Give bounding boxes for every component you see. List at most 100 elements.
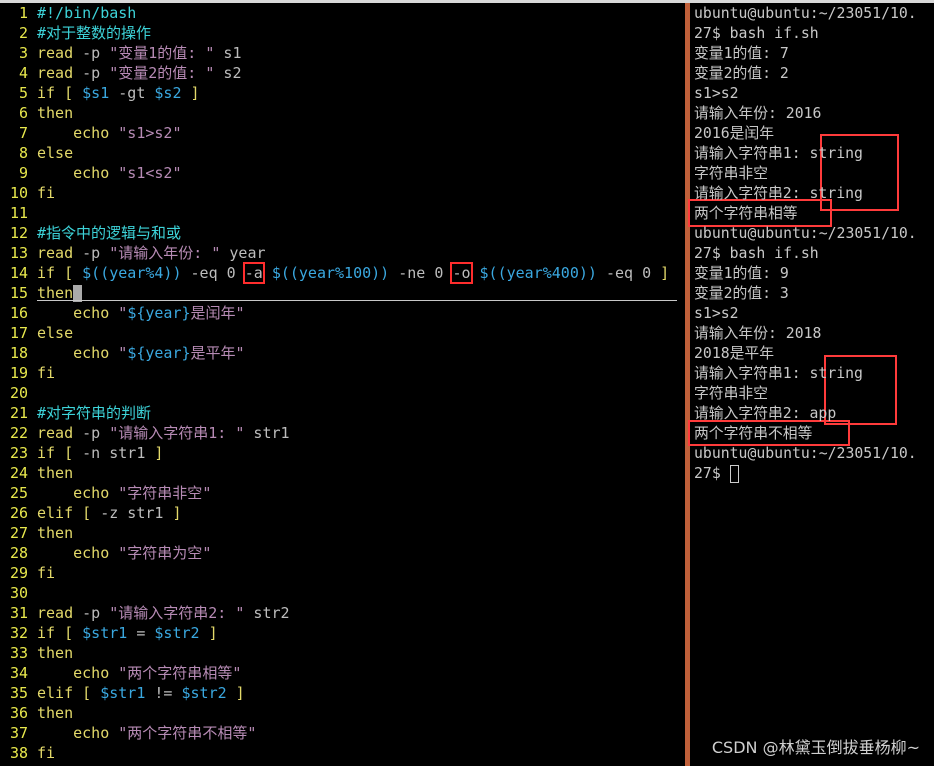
- code-line[interactable]: 24 then: [0, 463, 73, 483]
- code-line[interactable]: 3 read -p "变量1的值: " s1: [0, 43, 242, 63]
- code-line[interactable]: 4 read -p "变量2的值: " s2: [0, 63, 242, 83]
- code-token: echo: [37, 304, 119, 322]
- code-token: read: [37, 424, 74, 442]
- terminal-text: 2016是闰年: [694, 125, 775, 142]
- highlighted-token: -o: [450, 262, 473, 284]
- code-token: $((year%100)): [271, 264, 390, 282]
- code-line[interactable]: 21 #对字符串的判断: [0, 403, 151, 423]
- code-token: $s2: [154, 84, 182, 102]
- code-line[interactable]: 8 else: [0, 143, 73, 163]
- code-token: "字符串非空": [118, 484, 212, 502]
- terminal-pane[interactable]: ubuntu@ubuntu:~/23051/10. 27$ bash if.sh 变…: [688, 3, 934, 766]
- code-line[interactable]: 17 else: [0, 323, 73, 343]
- code-token: -p: [73, 424, 110, 442]
- code-token: [: [55, 624, 83, 642]
- code-token: "变量1的值: ": [109, 44, 215, 62]
- code-token: str2: [244, 604, 290, 622]
- code-token: "s1>s2": [118, 124, 182, 142]
- code-token: -p: [73, 44, 110, 62]
- code-token: "两个字符串相等": [118, 664, 242, 682]
- code-line[interactable]: 26 elif [ -z str1 ]: [0, 503, 182, 523]
- code-line[interactable]: 7 echo "s1>s2": [0, 123, 182, 143]
- line-number: 10: [9, 184, 28, 202]
- code-line[interactable]: 1 #!/bin/bash: [0, 3, 136, 23]
- terminal-text: 字符串非空: [694, 385, 768, 402]
- terminal-line: 请输入字符串1: string: [694, 144, 863, 164]
- code-line[interactable]: 20: [0, 383, 37, 403]
- line-number: 9: [18, 164, 28, 182]
- code-line[interactable]: 18 echo "${year}是平年": [0, 343, 245, 363]
- code-line[interactable]: 34 echo "两个字符串相等": [0, 663, 241, 683]
- terminal-text: 请输入字符串2: app: [694, 405, 837, 422]
- code-line[interactable]: 19 fi: [0, 363, 55, 383]
- code-token: ]: [163, 504, 182, 522]
- line-number: 34: [9, 664, 28, 682]
- code-token: -z str1: [100, 504, 164, 522]
- terminal-text: s1>s2: [694, 85, 739, 102]
- line-number: 21: [9, 404, 28, 422]
- line-number: 31: [9, 604, 28, 622]
- code-line[interactable]: 29 fi: [0, 563, 55, 583]
- code-token: s1: [214, 44, 242, 62]
- code-token: ": [118, 304, 128, 322]
- code-line[interactable]: 12 #指令中的逻辑与和或: [0, 223, 181, 243]
- terminal-text: ubuntu@ubuntu:~/23051/10.: [694, 225, 917, 242]
- line-number: 30: [9, 584, 28, 602]
- code-token: #对字符串的判断: [37, 404, 152, 422]
- code-line[interactable]: 30: [0, 583, 37, 603]
- terminal-text: 2018是平年: [694, 345, 775, 362]
- code-token: then: [37, 464, 74, 482]
- code-token: echo: [37, 544, 119, 562]
- code-line[interactable]: 13 read -p "请输入年份: " year: [0, 243, 266, 263]
- code-token: if: [37, 624, 56, 642]
- code-line[interactable]: 31 read -p "请输入字符串2: " str2: [0, 603, 290, 623]
- code-line[interactable]: 33 then: [0, 643, 73, 663]
- terminal-line: 请输入字符串2: string: [694, 184, 863, 204]
- code-token: $str2: [181, 684, 227, 702]
- code-line[interactable]: 37 echo "两个字符串不相等": [0, 723, 256, 743]
- code-token: "变量2的值: ": [109, 64, 215, 82]
- line-number: 7: [18, 124, 28, 142]
- code-line[interactable]: 10 fi: [0, 183, 55, 203]
- terminal-text: 请输入字符串2: string: [694, 185, 863, 202]
- terminal-line: ubuntu@ubuntu:~/23051/10.: [694, 224, 917, 244]
- code-token: "请输入字符串1: ": [109, 424, 245, 442]
- terminal-line: 27$: [694, 464, 739, 484]
- code-line[interactable]: 32 if [ $str1 = $str2 ]: [0, 623, 218, 643]
- code-line[interactable]: 35 elif [ $str1 != $str2 ]: [0, 683, 245, 703]
- terminal-line: 字符串非空: [694, 164, 768, 184]
- terminal-text: 变量1的值: 9: [694, 265, 789, 282]
- code-line[interactable]: 16 echo "${year}是闰年": [0, 303, 245, 323]
- code-token: s2: [214, 64, 242, 82]
- code-line[interactable]: 22 read -p "请输入字符串1: " str1: [0, 423, 290, 443]
- code-token: "字符串为空": [118, 544, 212, 562]
- code-line[interactable]: 11: [0, 203, 37, 223]
- code-line[interactable]: 25 echo "字符串非空": [0, 483, 211, 503]
- code-token: [: [55, 444, 83, 462]
- line-number: 15: [9, 284, 28, 302]
- line-number: 28: [9, 544, 28, 562]
- line-number: 2: [18, 24, 28, 42]
- code-line[interactable]: 14 if [ $((year%4)) -eq 0 -a $((year%100)…: [0, 262, 669, 284]
- code-line[interactable]: 36 then: [0, 703, 73, 723]
- code-line[interactable]: 28 echo "字符串为空": [0, 543, 211, 563]
- code-line[interactable]: 9 echo "s1<s2": [0, 163, 182, 183]
- terminal-text: 变量2的值: 3: [694, 285, 789, 302]
- line-number: 8: [18, 144, 28, 162]
- terminal-line: 变量1的值: 7: [694, 44, 789, 64]
- code-line[interactable]: 5 if [ $s1 -gt $s2 ]: [0, 83, 200, 103]
- code-line[interactable]: 6 then: [0, 103, 73, 123]
- code-token: ]: [145, 444, 164, 462]
- watermark: CSDN @林黛玉倒拔垂杨柳~: [711, 738, 920, 757]
- code-line[interactable]: 27 then: [0, 523, 73, 543]
- code-token: 是闰年": [190, 304, 245, 322]
- line-number: 37: [9, 724, 28, 742]
- vim-editor-pane[interactable]: 1 #!/bin/bash 2 #对于整数的操作 3 read -p "变量1的值: " …: [0, 3, 686, 766]
- code-line[interactable]: 38 fi: [0, 743, 55, 763]
- code-token: echo: [37, 484, 119, 502]
- code-line[interactable]: 2 #对于整数的操作: [0, 23, 151, 43]
- terminal-line: 变量2的值: 3: [694, 284, 789, 304]
- code-line[interactable]: 23 if [ -n str1 ]: [0, 443, 164, 463]
- code-token: fi: [37, 364, 56, 382]
